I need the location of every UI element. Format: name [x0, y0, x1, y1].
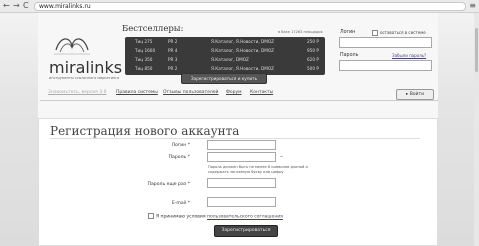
password-label: Пароль [340, 53, 359, 58]
form-password2-input[interactable] [207, 178, 276, 188]
checkbox-icon[interactable] [148, 213, 154, 219]
price-value: 500 Р [307, 66, 319, 71]
catalog-value: Я.Каталог, Я.Новости, DMOZ [211, 48, 274, 53]
browser-toolbar: ← → C www.miralinks.ru ≡ [0, 0, 479, 13]
checkbox-icon[interactable] [372, 30, 378, 36]
remember-me-checkbox[interactable]: оставаться в системе [372, 30, 426, 36]
password-strength-indicator: – [280, 153, 283, 160]
pr-value: PR 4 [168, 48, 178, 53]
login-label: Логин [340, 30, 356, 35]
price-value: 620 Р [307, 57, 319, 62]
table-row[interactable]: Тиц 850 PR 2 Я.Каталог, Я.Новости, DMOZ … [125, 65, 325, 73]
bestsellers-title: Бестселлеры: [122, 24, 184, 34]
bestsellers-note: в базе 17263 площадок [278, 30, 323, 34]
nav-version-link[interactable]: Знакомьтесь, версия 3.0 [48, 90, 106, 95]
table-row[interactable]: Тиц 275 PR 2 Я.Каталог, Я.Новости, DMOZ … [125, 38, 325, 46]
user-agreement-link[interactable]: пользовательского соглашения [207, 215, 283, 220]
register-and-buy-button[interactable]: Зарегистрироваться и купить [181, 73, 267, 84]
tic-value: Тиц 850 [135, 66, 153, 71]
register-button[interactable]: Зарегистрироваться [214, 225, 278, 237]
login-button[interactable]: ▸ Войти [396, 89, 434, 100]
price-value: 950 Р [307, 48, 319, 53]
form-login-input[interactable] [207, 140, 276, 150]
logo-mark-icon [54, 38, 90, 55]
form-email-label: E-mail * [171, 201, 190, 206]
tic-value: Тиц 275 [135, 39, 153, 44]
form-password-input[interactable] [207, 152, 276, 162]
reload-icon[interactable]: C [23, 2, 29, 10]
price-value: 250 Р [307, 39, 319, 44]
pr-value: PR 2 [168, 66, 178, 71]
table-row[interactable]: Тиц 350 PR 3 Я.Каталог, DMOZ 620 Р [125, 56, 325, 64]
password-hint: Пароль должен быть не менее 8 символов д… [208, 165, 308, 174]
page-title: Регистрация нового аккаунта [50, 124, 240, 138]
divider [40, 100, 438, 101]
scrollbar-thumb[interactable] [475, 28, 478, 72]
nav-forum-link[interactable]: Форум [226, 90, 242, 95]
agree-checkbox[interactable]: Я принимаю условия пользовательского сог… [148, 213, 283, 220]
forward-icon[interactable]: → [13, 2, 20, 10]
catalog-value: Я.Каталог, DMOZ [211, 57, 249, 62]
login-input[interactable] [339, 37, 432, 48]
agree-text: Я принимаю условия [156, 214, 206, 220]
scrollbar[interactable] [474, 13, 479, 246]
login-button-label: Войти [409, 92, 424, 97]
remember-label: оставаться в системе [380, 30, 426, 35]
divider [50, 138, 420, 139]
pr-value: PR 2 [168, 39, 178, 44]
nav-rules-link[interactable]: Правила системы [116, 90, 158, 95]
browser-menu-icon[interactable]: ≡ [469, 1, 476, 10]
nav-reviews-link[interactable]: Отзывы пользователей [163, 90, 218, 95]
table-row[interactable]: Тиц 1600 PR 4 Я.Каталог, Я.Новости, DMOZ… [125, 47, 325, 55]
tic-value: Тиц 1600 [135, 48, 156, 53]
forgot-password-link[interactable]: Забыли пароль? [392, 53, 426, 58]
tic-value: Тиц 350 [135, 57, 153, 62]
nav-contacts-link[interactable]: Контакты [250, 90, 273, 95]
catalog-value: Я.Каталог, Я.Новости, DMOZ [211, 39, 274, 44]
pr-value: PR 3 [168, 57, 178, 62]
logo-tagline: инструменты ссылочного маркетинга [49, 76, 120, 80]
password-input[interactable] [339, 60, 432, 71]
address-url: www.miralinks.ru [39, 3, 91, 10]
back-icon[interactable]: ← [3, 2, 10, 10]
bestsellers-table: Тиц 275 PR 2 Я.Каталог, Я.Новости, DMOZ … [125, 37, 325, 75]
form-password2-label: Пароль еще раз * [147, 182, 190, 187]
form-password-label: Пароль * [168, 155, 190, 160]
form-email-input[interactable] [207, 197, 276, 207]
form-login-label: Логин * [171, 143, 190, 148]
catalog-value: Я.Каталог, Я.Новости, DMOZ [211, 66, 274, 71]
logo-text[interactable]: miralinks [49, 58, 122, 77]
address-bar[interactable]: www.miralinks.ru [34, 2, 466, 11]
